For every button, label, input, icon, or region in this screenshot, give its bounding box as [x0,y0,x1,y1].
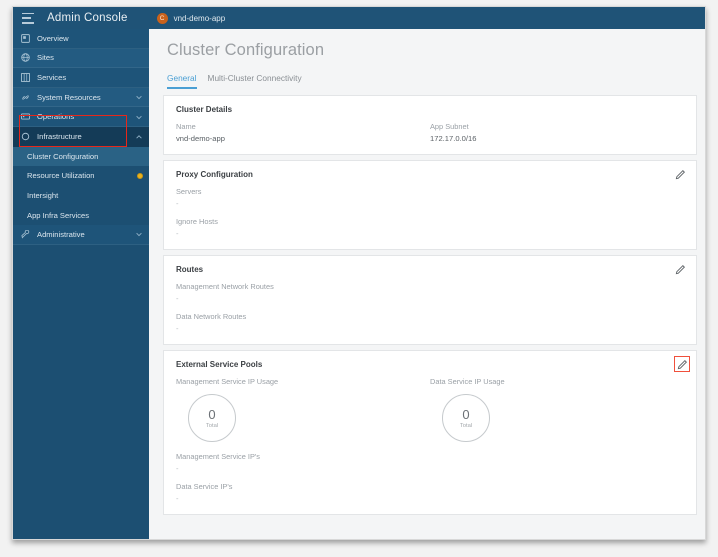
cluster-name-value: vnd-demo-app [176,134,225,143]
edit-proxy-configuration-button[interactable] [675,169,686,180]
sidebar-item-sites[interactable]: Sites [13,48,149,69]
link-icon [21,93,30,102]
proxy-ignore-hosts-label: Ignore Hosts [176,217,218,226]
page-title: Cluster Configuration [167,41,325,59]
main-content: Cluster Configuration General Multi-Clus… [149,29,705,539]
browser-viewport: Admin Console C vnd-demo-app Overview Si… [12,6,706,540]
content-header: Cluster Configuration General Multi-Clus… [149,29,705,89]
donut-caption: Total [205,422,219,429]
management-service-ips-block: Management Service IP's - [176,452,684,473]
tab-bar: General Multi-Cluster Connectivity [167,72,705,89]
sidebar-item-label: System Resources [37,92,101,102]
sidebar-item-label: Infrastructure [37,132,82,142]
cards-container: Cluster Details Name vnd-demo-app App Su… [163,95,697,515]
pencil-icon [675,170,685,180]
sidebar-item-infrastructure[interactable]: Infrastructure [13,126,149,147]
card-title: Cluster Details [176,105,233,114]
sidebar-item-cluster-configuration[interactable]: Cluster Configuration [13,146,149,167]
card-title: Routes [176,265,204,274]
sidebar-item-label: Sites [37,53,54,63]
grid-icon [21,73,30,82]
proxy-servers-block: Servers - [176,187,684,208]
management-service-ip-usage: Management Service IP Usage 0 Total [176,377,430,442]
card-cluster-details: Cluster Details Name vnd-demo-app App Su… [163,95,697,155]
proxy-ignore-hosts-value: - [176,229,179,238]
service-ip-usage-gauges: Management Service IP Usage 0 Total Data… [176,377,684,442]
sidebar-item-app-infra-services[interactable]: App Infra Services [13,205,149,225]
card-routes: Routes Management Network Routes - Data … [163,255,697,345]
management-service-ip-usage-label: Management Service IP Usage [176,377,279,386]
app-subnet-value: 172.17.0.0/16 [430,134,477,143]
data-service-ips-value: - [176,494,179,503]
sidebar-item-label: Cluster Configuration [27,151,99,161]
sidebar-item-label: Overview [37,33,69,43]
chevron-down-icon [135,93,143,101]
sidebar-item-label: Intersight [27,191,59,201]
sidebar-item-label: App Infra Services [27,210,90,220]
management-service-ips-label: Management Service IP's [176,452,260,461]
tenant-avatar: C [156,12,168,24]
tab-general[interactable]: General [167,73,197,89]
pencil-icon [677,359,687,369]
circle-icon [21,132,30,141]
sidebar-item-intersight[interactable]: Intersight [13,185,149,206]
data-service-ip-usage-donut: 0 Total [442,394,490,442]
management-network-routes-block: Management Network Routes - [176,282,684,303]
donut-value: 0 [208,406,216,422]
sidebar-item-administrative[interactable]: Administrative [13,224,149,245]
chevron-up-icon [135,133,143,141]
card-title: External Service Pools [176,360,263,369]
tenant-name-label: vnd-demo-app [173,13,226,23]
data-service-ips-block: Data Service IP's - [176,482,684,503]
tab-multi-cluster-connectivity[interactable]: Multi-Cluster Connectivity [208,73,302,89]
data-service-ip-usage: Data Service IP Usage 0 Total [430,377,684,442]
cluster-name-label: Name [176,122,196,131]
management-network-routes-label: Management Network Routes [176,282,274,291]
chevron-down-icon [135,230,143,238]
sidebar-item-system-resources[interactable]: System Resources [13,87,149,108]
card-external-service-pools: External Service Pools Management Servic… [163,350,697,515]
app-header: Admin Console C vnd-demo-app [13,7,705,29]
sidebar-item-operations[interactable]: Operations [13,107,149,127]
cluster-name-block: Name vnd-demo-app [176,122,430,143]
dashboard-icon [21,33,30,43]
tools-icon [21,229,30,239]
app-subnet-block: App Subnet 172.17.0.0/16 [430,122,684,143]
warning-dot-icon [137,172,143,179]
card-title: Proxy Configuration [176,170,253,179]
sidebar-item-label: Resource Utilization [27,171,95,181]
globe-icon [21,53,30,63]
edit-routes-button[interactable] [675,264,686,275]
sidebar-item-services[interactable]: Services [13,68,149,88]
management-network-routes-value: - [176,294,179,303]
proxy-ignore-hosts-block: Ignore Hosts - [176,217,684,238]
tenant-chip[interactable]: C vnd-demo-app [156,7,226,29]
data-network-routes-block: Data Network Routes - [176,312,684,333]
terminal-icon [21,112,30,121]
chevron-down-icon [135,113,143,121]
donut-caption: Total [459,422,473,429]
edit-external-service-pools-button[interactable] [674,356,690,372]
sidebar-item-label: Services [37,72,67,82]
screenshot-frame: Admin Console C vnd-demo-app Overview Si… [0,0,718,557]
card-proxy-configuration: Proxy Configuration Servers - Ignore Hos… [163,160,697,250]
data-service-ip-usage-label: Data Service IP Usage [430,377,505,386]
app-subnet-label: App Subnet [430,122,469,131]
donut-value: 0 [462,406,470,422]
sidebar-item-label: Operations [37,112,75,122]
management-service-ips-value: - [176,464,179,473]
proxy-servers-label: Servers [176,187,202,196]
data-service-ips-label: Data Service IP's [176,482,233,491]
app-title: Admin Console [47,12,128,24]
hamburger-menu-icon[interactable] [22,12,34,24]
sidebar-item-label: Administrative [37,229,85,239]
data-network-routes-label: Data Network Routes [176,312,247,321]
management-service-ip-usage-donut: 0 Total [188,394,236,442]
pencil-icon [675,265,685,275]
sidebar-item-overview[interactable]: Overview [13,29,149,49]
proxy-servers-value: - [176,199,179,208]
sidebar-nav: Overview Sites Services System Resources [13,29,149,539]
data-network-routes-value: - [176,324,179,333]
sidebar-item-resource-utilization[interactable]: Resource Utilization [13,166,149,186]
